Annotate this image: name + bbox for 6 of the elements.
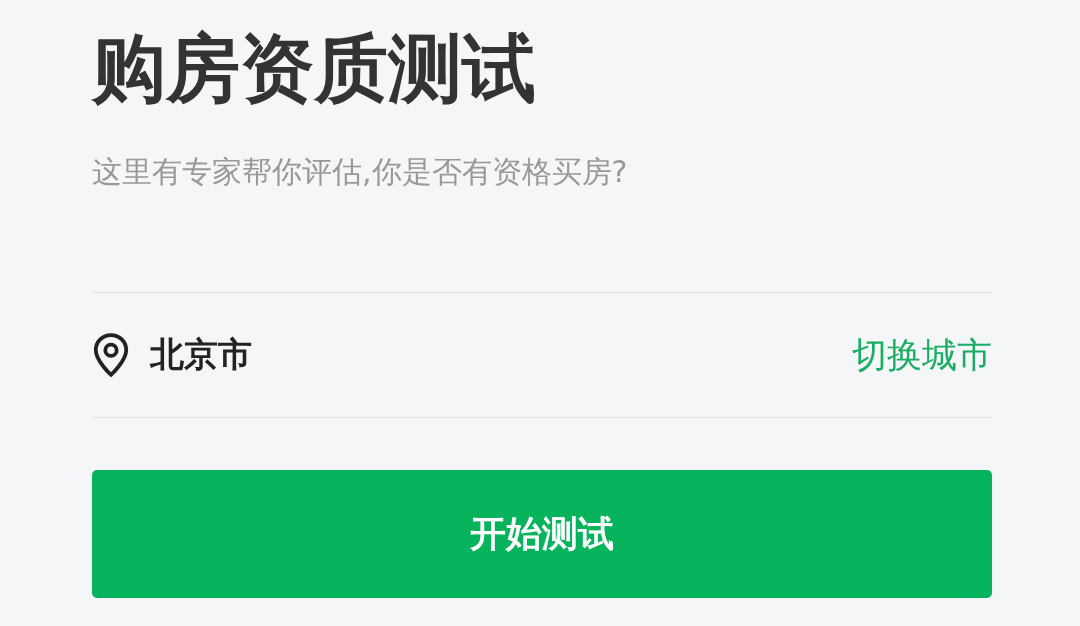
start-test-button[interactable]: 开始测试 xyxy=(92,470,992,598)
city-name: 北京市 xyxy=(150,333,252,376)
location-pin-icon xyxy=(92,332,130,378)
page-title: 购房资质测试 xyxy=(92,24,537,113)
page-subtitle: 这里有专家帮你评估,你是否有资格买房? xyxy=(92,153,629,191)
switch-city-link[interactable]: 切换城市 xyxy=(852,331,992,379)
